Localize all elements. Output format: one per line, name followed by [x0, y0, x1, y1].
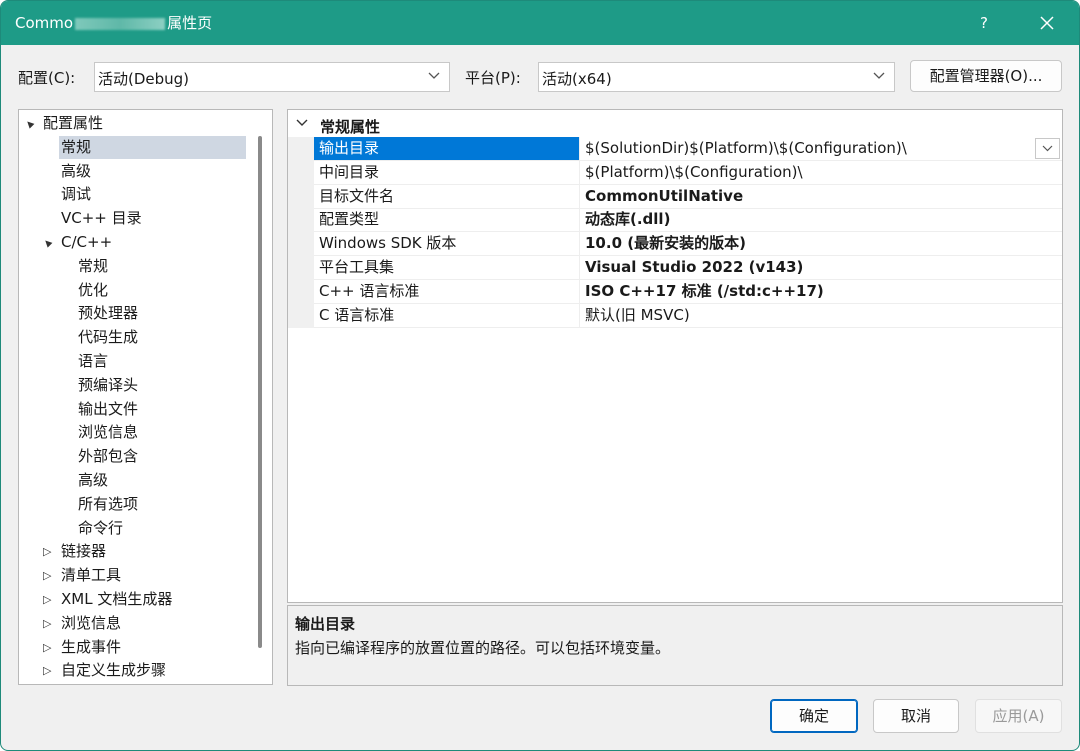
platform-select[interactable]: 活动(x64) — [538, 62, 895, 92]
tree-item-label: 预编译头 — [78, 375, 139, 394]
section-title: 常规属性 — [320, 118, 381, 136]
property-row[interactable]: Windows SDK 版本 10.0 (最新安装的版本) — [288, 232, 1062, 257]
value-dropdown-button[interactable] — [1035, 138, 1060, 159]
tree-item-label: 自定义生成步骤 — [61, 661, 167, 680]
row-gutter — [288, 160, 314, 185]
property-row[interactable]: C 语言标准 默认(旧 MSVC) — [288, 303, 1062, 328]
tree-item-label: 高级 — [78, 471, 109, 489]
tree-scrollbar[interactable] — [258, 136, 262, 648]
tree-item-label: 清单工具 — [61, 566, 122, 585]
property-name[interactable]: 平台工具集 — [314, 256, 579, 280]
property-value[interactable]: $(SolutionDir)$(Platform)\$(Configuratio… — [579, 137, 1062, 161]
collapsed-arrow-icon[interactable]: ▷ — [43, 636, 51, 659]
property-row[interactable]: 目标文件名 CommonUtilNative — [288, 184, 1062, 209]
row-gutter — [288, 208, 314, 233]
section-header[interactable]: 常规属性 — [288, 114, 1062, 137]
description-panel: 输出目录 指向已编译程序的放置位置的路径。可以包括环境变量。 — [287, 605, 1063, 686]
close-icon — [1040, 16, 1054, 30]
tree-item-label: 所有选项 — [78, 494, 139, 513]
collapsed-arrow-icon[interactable]: ▷ — [43, 588, 51, 611]
collapsed-arrow-icon[interactable]: ▷ — [43, 540, 51, 563]
property-value[interactable]: $(Platform)\$(Configuration)\ — [579, 160, 1062, 185]
collapsed-arrow-icon[interactable]: ▷ — [43, 564, 51, 587]
config-value: 活动(Debug) — [98, 70, 190, 88]
property-row[interactable]: 输出目录 $(SolutionDir)$(Platform)\$(Configur… — [288, 137, 1062, 161]
property-name[interactable]: C++ 语言标准 — [314, 280, 579, 304]
property-value[interactable]: ISO C++17 标准 (/std:c++17) — [579, 279, 1062, 304]
property-value[interactable]: 10.0 (最新安装的版本) — [579, 232, 1062, 257]
collapsed-arrow-icon[interactable]: ▷ — [43, 659, 51, 682]
tree-item-label: 常规 — [59, 135, 246, 159]
property-grid: 常规属性 输出目录 $(SolutionDir)$(Platform)\$(Con… — [287, 109, 1063, 603]
tree-item-label: 输出文件 — [78, 399, 139, 418]
tree-item-label: VC++ 目录 — [61, 209, 142, 228]
property-value[interactable]: 默认(旧 MSVC) — [579, 303, 1062, 328]
tree-item-label: 高级 — [61, 161, 92, 180]
property-value[interactable]: CommonUtilNative — [579, 184, 1062, 209]
tree-item-label: XML 文档生成器 — [61, 590, 173, 608]
property-row[interactable]: 配置类型 动态库(.dll) — [288, 208, 1062, 233]
apply-button[interactable]: 应用(A) — [975, 699, 1062, 733]
property-name[interactable]: 输出目录 — [314, 137, 579, 161]
cancel-button[interactable]: 取消 — [873, 699, 959, 733]
tree-item-label: C/C++ — [61, 233, 113, 251]
property-name[interactable]: 配置类型 — [314, 208, 579, 233]
tree-item-label: 调试 — [61, 185, 92, 204]
platform-label: 平台(P): — [465, 69, 521, 87]
property-value[interactable]: Visual Studio 2022 (v143) — [579, 256, 1062, 280]
row-gutter — [288, 137, 314, 161]
tree-item-label: 语言 — [78, 352, 109, 370]
expanded-arrow-icon[interactable]: ▲ — [38, 234, 56, 252]
tree-item-label: 链接器 — [61, 542, 107, 561]
collapsed-arrow-icon[interactable]: ▷ — [43, 612, 51, 635]
row-gutter — [288, 279, 314, 304]
tree-item-label: 常规 — [78, 256, 109, 275]
property-name[interactable]: 目标文件名 — [314, 185, 579, 209]
config-label: 配置(C): — [18, 69, 76, 87]
row-gutter — [288, 232, 314, 257]
tree-item-label: 生成事件 — [61, 637, 122, 656]
title-bar[interactable]: Commo 属性页 ? — [1, 1, 1079, 45]
property-row[interactable]: 平台工具集 Visual Studio 2022 (v143) — [288, 256, 1062, 280]
tree-item-label: 浏览信息 — [61, 613, 122, 632]
platform-value: 活动(x64) — [542, 70, 612, 88]
property-value[interactable]: 动态库(.dll) — [579, 208, 1062, 233]
chevron-down-icon — [1042, 145, 1053, 152]
property-row[interactable]: 中间目录 $(Platform)\$(Configuration)\ — [288, 160, 1062, 185]
property-name[interactable]: 中间目录 — [314, 161, 579, 185]
collapse-chevron-icon[interactable] — [296, 119, 308, 127]
config-select[interactable]: 活动(Debug) — [94, 62, 450, 92]
redacted-title-part — [75, 17, 166, 30]
tree-item-label: 预处理器 — [78, 304, 139, 323]
close-button[interactable] — [1029, 9, 1065, 37]
row-gutter — [288, 303, 314, 328]
property-name[interactable]: Windows SDK 版本 — [314, 232, 579, 257]
chevron-down-icon — [428, 72, 440, 79]
tree-item-label: 命令行 — [78, 518, 124, 537]
expanded-arrow-icon[interactable]: ▲ — [20, 115, 38, 133]
description-title: 输出目录 — [295, 615, 356, 633]
tree-item-label: 代码生成 — [78, 328, 139, 347]
configuration-manager-button[interactable]: 配置管理器(O)... — [910, 60, 1062, 92]
property-name[interactable]: C 语言标准 — [314, 304, 579, 328]
property-tree: ▲ 配置属性 常规 高级 调试 VC++ 目录 ▲ C/C++ 常规 优化 预处理器 代码生成 语言 预编… — [18, 109, 273, 685]
help-button[interactable]: ? — [967, 9, 1001, 37]
chevron-down-icon — [873, 72, 885, 79]
ok-button[interactable]: 确定 — [770, 699, 858, 733]
row-gutter — [288, 184, 314, 209]
property-row[interactable]: C++ 语言标准 ISO C++17 标准 (/std:c++17) — [288, 279, 1062, 304]
description-text: 指向已编译程序的放置位置的路径。可以包括环境变量。 — [295, 639, 671, 657]
tree-item-label: 配置属性 — [43, 114, 104, 132]
tree-item-label: 外部包含 — [78, 447, 139, 466]
window-title: Commo 属性页 — [15, 14, 213, 32]
row-gutter — [288, 256, 314, 280]
property-pages-dialog: Commo 属性页 ? 配置(C): 活动(Debug) 平台(P): 活动(x6… — [0, 0, 1080, 751]
tree-item-label: 优化 — [78, 280, 109, 299]
tree-item-label: 浏览信息 — [78, 423, 139, 442]
